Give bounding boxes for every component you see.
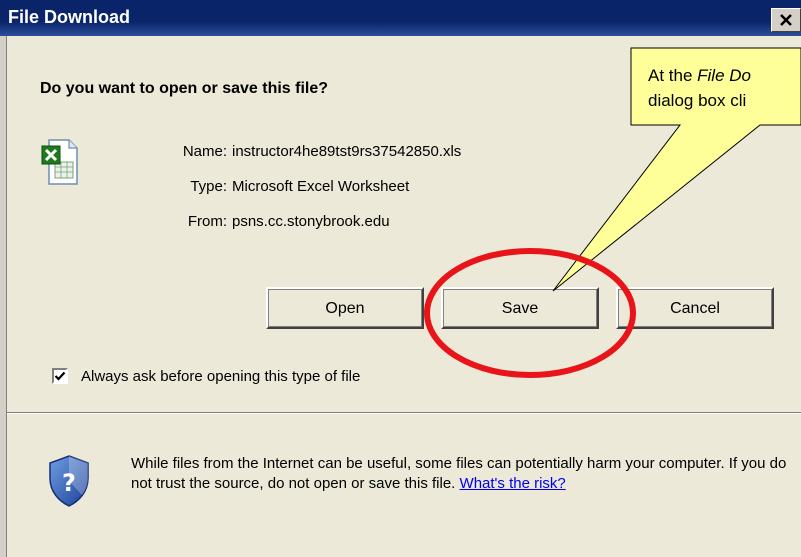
cancel-button[interactable]: Cancel xyxy=(616,287,774,329)
callout-prefix: At the xyxy=(648,66,698,85)
save-button[interactable]: Save xyxy=(441,287,599,329)
open-button[interactable]: Open xyxy=(266,287,424,329)
name-row: Name: xyxy=(7,143,227,163)
name-label: Name: xyxy=(182,143,227,160)
security-shield-icon: ? xyxy=(49,455,89,507)
close-button[interactable] xyxy=(771,8,801,32)
from-label: From: xyxy=(187,213,227,230)
callout-emphasis: File Do xyxy=(697,66,751,85)
from-value: psns.cc.stonybrook.edu xyxy=(232,213,390,230)
window-title: File Download xyxy=(8,7,131,27)
close-icon xyxy=(780,14,792,26)
svg-text:?: ? xyxy=(62,469,76,497)
type-value: Microsoft Excel Worksheet xyxy=(232,178,410,195)
title-bar: File Download xyxy=(0,0,801,36)
callout-text: At the File Do dialog box cli xyxy=(648,63,751,113)
callout-line2: dialog box cli xyxy=(648,91,747,110)
checkmark-icon xyxy=(54,371,66,381)
security-warning-panel: ? While files from the Internet can be u… xyxy=(7,414,801,557)
always-ask-label: Always ask before opening this type of f… xyxy=(81,368,361,385)
security-warning-text: While files from the Internet can be use… xyxy=(131,454,791,494)
type-label: Type: xyxy=(190,178,227,195)
dialog-question: Do you want to open or save this file? xyxy=(40,80,329,97)
from-row: From: xyxy=(7,213,227,233)
name-value: instructor4he89tst9rs37542850.xls xyxy=(232,143,462,160)
whats-the-risk-link[interactable]: What's the risk? xyxy=(460,475,566,492)
type-row: Type: xyxy=(7,178,227,198)
always-ask-checkbox[interactable] xyxy=(52,368,68,384)
window-border xyxy=(0,36,7,557)
